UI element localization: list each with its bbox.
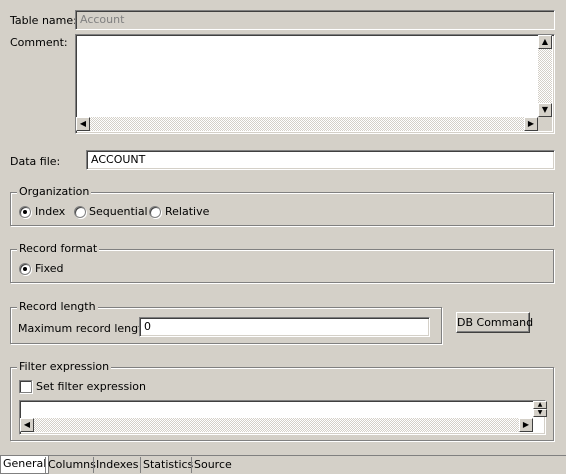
record-length-group: Record length Maximum record length: 0 bbox=[10, 300, 442, 344]
data-file-input[interactable]: ACCOUNT bbox=[86, 150, 555, 170]
scroll-right-arrow-icon[interactable]: ▶ bbox=[524, 117, 538, 131]
filter-expression-legend: Filter expression bbox=[17, 360, 112, 373]
filter-expression-textarea[interactable]: ◀ ▶ ▲ ▼ bbox=[19, 400, 547, 435]
tab-source[interactable]: Source bbox=[191, 457, 234, 473]
comment-textarea[interactable]: ▲ ▼ ◀ ▶ bbox=[75, 34, 555, 134]
max-record-length-label: Maximum record length: bbox=[18, 322, 154, 335]
org-relative-label[interactable]: Relative bbox=[165, 205, 209, 218]
org-sequential-radio[interactable] bbox=[74, 206, 86, 218]
bottom-tab-bar: General Columns Indexes Statistics Sourc… bbox=[0, 455, 566, 474]
scroll-corner bbox=[538, 117, 552, 131]
set-filter-checkbox[interactable] bbox=[19, 380, 32, 393]
tab-columns[interactable]: Columns bbox=[45, 457, 98, 473]
table-name-value: Account bbox=[80, 13, 125, 26]
tab-indexes[interactable]: Indexes bbox=[93, 457, 140, 473]
table-name-label: Table name: bbox=[10, 14, 77, 27]
max-record-length-input[interactable]: 0 bbox=[139, 317, 430, 337]
filter-expression-group: Filter expression Set filter expression … bbox=[10, 360, 554, 441]
org-sequential-label[interactable]: Sequential bbox=[89, 205, 148, 218]
scroll-right-arrow-icon[interactable]: ▶ bbox=[519, 418, 533, 432]
scroll-left-arrow-icon[interactable]: ◀ bbox=[76, 117, 90, 131]
tab-statistics[interactable]: Statistics bbox=[140, 457, 195, 473]
format-fixed-label[interactable]: Fixed bbox=[35, 262, 64, 275]
comment-vscroll-track[interactable] bbox=[538, 49, 552, 103]
comment-label: Comment: bbox=[10, 36, 68, 49]
org-relative-radio[interactable] bbox=[149, 206, 161, 218]
scroll-up-arrow-icon[interactable]: ▲ bbox=[538, 35, 552, 49]
tab-general[interactable]: General bbox=[0, 456, 50, 474]
scroll-left-arrow-icon[interactable]: ◀ bbox=[20, 418, 34, 432]
db-command-button[interactable]: DB Command bbox=[456, 312, 533, 333]
organization-legend: Organization bbox=[17, 185, 92, 198]
comment-hscroll-track[interactable] bbox=[90, 117, 524, 131]
data-file-value: ACCOUNT bbox=[91, 153, 146, 166]
scroll-up-arrow-icon[interactable]: ▲ bbox=[533, 401, 547, 409]
record-length-legend: Record length bbox=[17, 300, 98, 313]
org-index-label[interactable]: Index bbox=[35, 205, 65, 218]
filter-hscroll-track[interactable] bbox=[34, 418, 519, 432]
organization-group: Organization Index Sequential Relative bbox=[10, 185, 554, 226]
record-format-legend: Record format bbox=[17, 242, 100, 255]
max-record-length-value: 0 bbox=[144, 320, 151, 333]
scroll-down-arrow-icon[interactable]: ▼ bbox=[538, 103, 552, 117]
format-fixed-radio[interactable] bbox=[19, 263, 31, 275]
table-name-input[interactable]: Account bbox=[75, 10, 555, 30]
set-filter-label[interactable]: Set filter expression bbox=[36, 380, 146, 393]
scroll-down-arrow-icon[interactable]: ▼ bbox=[533, 409, 547, 417]
org-index-radio[interactable] bbox=[19, 206, 31, 218]
record-format-group: Record format Fixed bbox=[10, 242, 554, 283]
data-file-label: Data file: bbox=[10, 155, 61, 168]
